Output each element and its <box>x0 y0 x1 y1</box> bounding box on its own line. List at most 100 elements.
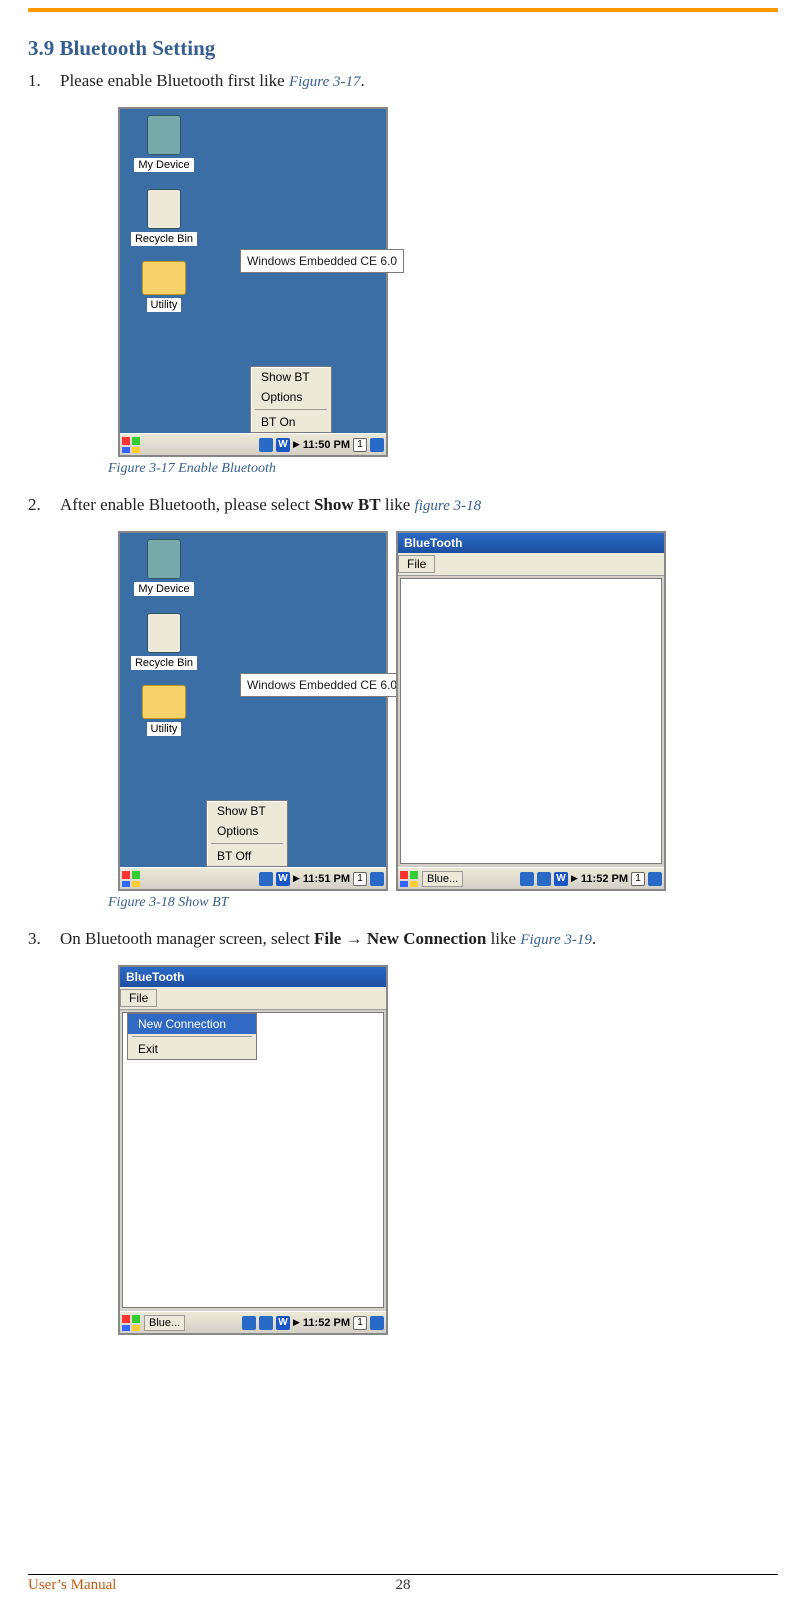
arrow-glyph: → <box>341 929 367 948</box>
step1-lead: Please enable Bluetooth first like <box>60 71 289 90</box>
step2-mid: like <box>381 495 415 514</box>
menu-item-exit[interactable]: Exit <box>128 1039 256 1059</box>
figure-caption-3-18: Figure 3-18 Show BT <box>108 895 778 911</box>
screenshot-bluetooth-file-menu: BlueTooth File New Connection Exit Blue.… <box>118 965 388 1335</box>
file-dropdown[interactable]: New Connection Exit <box>127 1013 257 1060</box>
menu-bar[interactable]: File <box>398 553 664 576</box>
figure-caption-3-17: Figure 3-17 Enable Bluetooth <box>108 461 778 477</box>
icon-label: Recycle Bin <box>131 232 197 246</box>
taskbar[interactable]: Blue... W ▶ 11:52 PM 1 <box>120 1311 386 1333</box>
recycle-bin-icon <box>147 189 181 229</box>
bt-list-area <box>400 578 662 864</box>
desktop-icon-my-device[interactable]: My Device <box>128 115 200 172</box>
tray-windows-icon[interactable] <box>370 438 384 452</box>
menu-item-bt-off[interactable]: BT Off <box>207 846 287 866</box>
tray-arrow-icon: ▶ <box>293 873 300 884</box>
menu-separator <box>132 1036 252 1037</box>
system-tray: W ▶ 11:51 PM 1 <box>259 872 384 886</box>
taskbar[interactable]: Blue... W ▶ 11:52 PM 1 <box>398 867 664 889</box>
tray-icon[interactable] <box>259 438 273 452</box>
tray-indicator[interactable]: 1 <box>353 872 367 886</box>
tray-icon[interactable] <box>537 872 551 886</box>
tray-arrow-icon: ▶ <box>293 1317 300 1328</box>
step3-lead: On Bluetooth manager screen, select <box>60 929 314 948</box>
icon-label: My Device <box>134 158 193 172</box>
taskbar-app-button[interactable]: Blue... <box>422 871 463 887</box>
menu-file[interactable]: File <box>398 555 435 573</box>
tray-windows-icon[interactable] <box>370 872 384 886</box>
tray-arrow-icon: ▶ <box>293 439 300 450</box>
taskbar-app-button[interactable]: Blue... <box>144 1315 185 1331</box>
tray-arrow-icon: ▶ <box>571 873 578 884</box>
tray-indicator[interactable]: 1 <box>353 438 367 452</box>
step-number: 3. <box>28 929 60 949</box>
tray-w-icon[interactable]: W <box>276 1316 290 1330</box>
start-button-icon[interactable] <box>122 437 140 453</box>
step3-tail: . <box>592 929 596 948</box>
menu-item-show-bt[interactable]: Show BT <box>251 367 331 387</box>
file-bold: File <box>314 929 341 948</box>
footer-title: User’s Manual <box>28 1577 116 1594</box>
tray-w-icon[interactable]: W <box>276 872 290 886</box>
icon-label: Utility <box>147 722 182 736</box>
taskbar[interactable]: W ▶ 11:50 PM 1 <box>120 433 386 455</box>
os-splash-label: Windows Embedded CE 6.0 <box>240 249 404 273</box>
taskbar-clock: 11:52 PM <box>303 1317 350 1329</box>
system-tray: W ▶ 11:52 PM 1 <box>242 1316 384 1330</box>
top-rule <box>28 8 778 12</box>
desktop-icon-recycle-bin[interactable]: Recycle Bin <box>128 189 200 246</box>
desktop-icon-utility[interactable]: Utility <box>128 261 200 312</box>
screenshot-bluetooth-window-empty: BlueTooth File Blue... W ▶ 11:52 PM 1 <box>396 531 666 891</box>
tray-indicator[interactable]: 1 <box>631 872 645 886</box>
device-icon <box>147 539 181 579</box>
bt-context-menu[interactable]: Show BT Options BT Off <box>206 800 288 867</box>
start-button-icon[interactable] <box>122 871 140 887</box>
start-button-icon[interactable] <box>400 871 418 887</box>
taskbar-clock: 11:50 PM <box>303 439 350 451</box>
tray-w-icon[interactable]: W <box>554 872 568 886</box>
step2-lead: After enable Bluetooth, please select <box>60 495 314 514</box>
tray-indicator[interactable]: 1 <box>353 1316 367 1330</box>
tray-w-icon[interactable]: W <box>276 438 290 452</box>
bluetooth-tray-icon[interactable] <box>242 1316 256 1330</box>
menu-item-bt-on[interactable]: BT On <box>251 412 331 432</box>
step-text: After enable Bluetooth, please select Sh… <box>60 495 778 515</box>
figure-ref-3-18: figure 3-18 <box>415 498 482 514</box>
menu-separator <box>255 409 327 410</box>
os-splash-label: Windows Embedded CE 6.0 <box>240 673 404 697</box>
system-tray: W ▶ 11:52 PM 1 <box>520 872 662 886</box>
step-2: 2. After enable Bluetooth, please select… <box>28 495 778 515</box>
taskbar[interactable]: W ▶ 11:51 PM 1 <box>120 867 386 889</box>
menu-item-new-connection[interactable]: New Connection <box>128 1014 256 1034</box>
desktop-icon-recycle-bin[interactable]: Recycle Bin <box>128 613 200 670</box>
screenshot-show-bt-desktop: My Device Recycle Bin Utility Windows Em… <box>118 531 388 891</box>
page-footer: User’s Manual 28 <box>28 1574 778 1594</box>
menu-item-options[interactable]: Options <box>207 821 287 841</box>
step3-mid: like <box>486 929 520 948</box>
desktop-icon-utility[interactable]: Utility <box>128 685 200 736</box>
step-text: On Bluetooth manager screen, select File… <box>60 929 778 949</box>
menu-item-options[interactable]: Options <box>251 387 331 407</box>
menu-item-show-bt[interactable]: Show BT <box>207 801 287 821</box>
icon-label: Utility <box>147 298 182 312</box>
menu-bar[interactable]: File <box>120 987 386 1010</box>
bt-context-menu[interactable]: Show BT Options BT On <box>250 366 332 433</box>
figure-ref-3-17: Figure 3-17 <box>289 74 361 90</box>
desktop-icon-my-device[interactable]: My Device <box>128 539 200 596</box>
screenshot-enable-bluetooth: My Device Recycle Bin Utility Windows Em… <box>118 107 388 457</box>
tray-windows-icon[interactable] <box>370 1316 384 1330</box>
tray-icon[interactable] <box>259 1316 273 1330</box>
bluetooth-tray-icon[interactable] <box>520 872 534 886</box>
step-number: 1. <box>28 71 60 91</box>
figure-ref-3-19: Figure 3-19 <box>520 932 592 948</box>
start-button-icon[interactable] <box>122 1315 140 1331</box>
tray-windows-icon[interactable] <box>648 872 662 886</box>
new-connection-bold: New Connection <box>367 929 486 948</box>
tray-icon[interactable] <box>259 872 273 886</box>
section-heading: 3.9 Bluetooth Setting <box>28 36 778 61</box>
system-tray: W ▶ 11:50 PM 1 <box>259 438 384 452</box>
folder-icon <box>142 261 186 295</box>
bt-list-area: New Connection Exit <box>122 1012 384 1308</box>
menu-file[interactable]: File <box>120 989 157 1007</box>
icon-label: Recycle Bin <box>131 656 197 670</box>
